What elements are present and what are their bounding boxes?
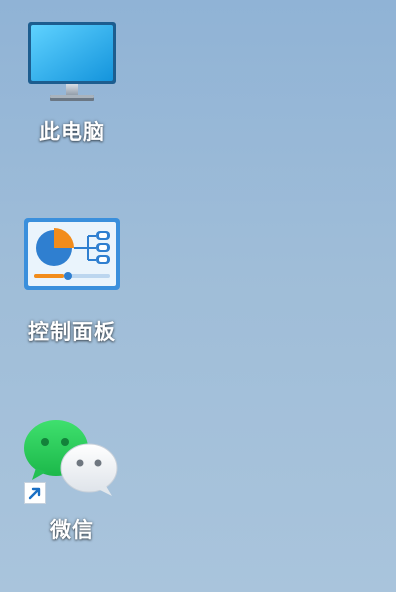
desktop-icon-wechat[interactable]: 微信 xyxy=(10,410,134,550)
desktop-icon-label: 此电脑 xyxy=(39,120,105,144)
desktop-icon-label: 微信 xyxy=(50,518,94,542)
shortcut-arrow-icon xyxy=(24,482,46,504)
desktop-icon-this-pc[interactable]: 此电脑 xyxy=(10,12,134,152)
desktop-icon-control-panel[interactable]: 控制面板 xyxy=(10,212,134,352)
desktop: { "desktop": { "icons": [ { "label": "此电… xyxy=(0,0,396,592)
computer-monitor-icon xyxy=(28,22,116,101)
desktop-icon-label: 控制面板 xyxy=(28,320,116,344)
control-panel-icon xyxy=(24,218,120,290)
